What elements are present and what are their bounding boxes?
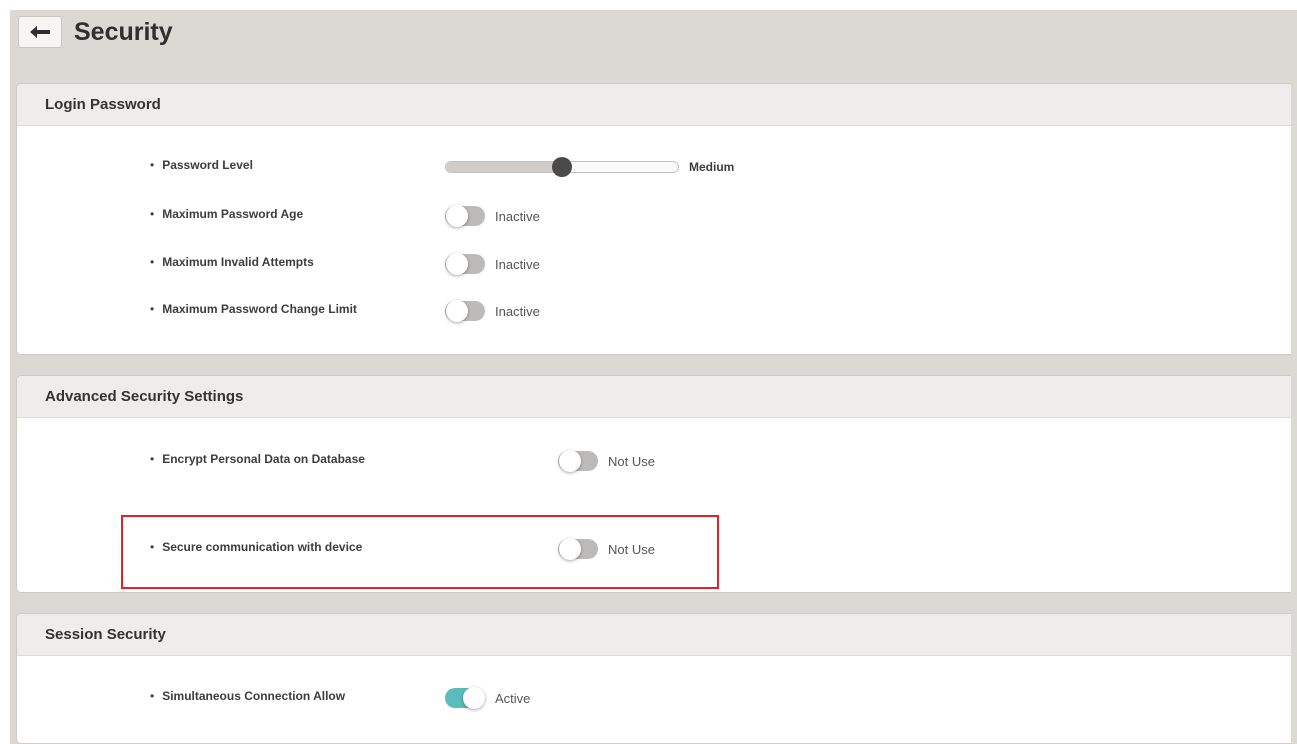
simultaneous-connection-control: Active xyxy=(445,686,530,710)
session-security-header: Session Security xyxy=(17,614,1291,656)
simultaneous-connection-status: Active xyxy=(495,690,531,706)
encrypt-data-control: Not Use xyxy=(558,449,655,473)
session-security-section: Session Security Simultaneous Connection… xyxy=(16,613,1291,744)
max-password-change-status: Inactive xyxy=(495,303,540,319)
max-invalid-attempts-control: Inactive xyxy=(445,252,540,276)
toggle-knob xyxy=(446,205,468,227)
encrypt-data-label: Encrypt Personal Data on Database xyxy=(150,452,365,466)
encrypt-data-row: Encrypt Personal Data on Database Not Us… xyxy=(17,449,1291,473)
max-password-change-control: Inactive xyxy=(445,299,540,323)
toggle-knob xyxy=(446,253,468,275)
max-password-age-control: Inactive xyxy=(445,204,540,228)
max-invalid-attempts-row: Maximum Invalid Attempts Inactive xyxy=(17,252,1291,276)
password-level-value: Medium xyxy=(689,160,735,174)
toggle-knob xyxy=(463,687,485,709)
password-level-label: Password Level xyxy=(150,158,253,172)
encrypt-data-status: Not Use xyxy=(608,453,655,469)
max-password-change-row: Maximum Password Change Limit Inactive xyxy=(17,299,1291,323)
toggle-knob xyxy=(446,300,468,322)
slider-fill xyxy=(446,162,562,172)
simultaneous-connection-toggle[interactable] xyxy=(445,687,485,709)
back-button[interactable] xyxy=(18,16,62,48)
advanced-security-header: Advanced Security Settings xyxy=(17,376,1291,418)
max-password-age-status: Inactive xyxy=(495,208,540,224)
arrow-left-icon xyxy=(30,26,50,38)
max-password-age-toggle[interactable] xyxy=(445,205,485,227)
page-header: Security xyxy=(18,14,173,50)
simultaneous-connection-label: Simultaneous Connection Allow xyxy=(150,689,345,703)
toggle-knob xyxy=(559,450,581,472)
encrypt-data-toggle[interactable] xyxy=(558,450,598,472)
simultaneous-connection-row: Simultaneous Connection Allow Active xyxy=(17,686,1291,710)
max-invalid-attempts-label: Maximum Invalid Attempts xyxy=(150,255,314,269)
password-level-control: Medium xyxy=(445,155,734,179)
max-invalid-attempts-status: Inactive xyxy=(495,256,540,272)
max-password-change-label: Maximum Password Change Limit xyxy=(150,302,357,316)
max-password-age-row: Maximum Password Age Inactive xyxy=(17,204,1291,228)
page-title: Security xyxy=(74,17,173,46)
max-invalid-attempts-toggle[interactable] xyxy=(445,253,485,275)
max-password-age-label: Maximum Password Age xyxy=(150,207,303,221)
login-password-header: Login Password xyxy=(17,84,1291,126)
slider-thumb[interactable] xyxy=(552,157,572,177)
password-level-slider[interactable] xyxy=(445,157,679,177)
password-level-row: Password Level Medium xyxy=(17,155,1291,179)
login-password-section: Login Password Password Level Medium Max… xyxy=(16,83,1291,355)
max-password-change-toggle[interactable] xyxy=(445,300,485,322)
highlight-box xyxy=(121,515,719,589)
